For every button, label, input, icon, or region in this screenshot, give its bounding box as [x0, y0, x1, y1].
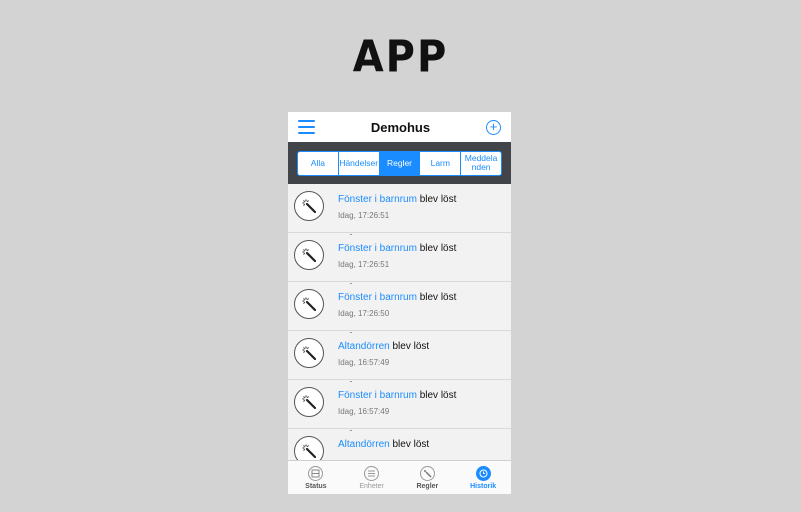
event-title: Fönster i barnrum blev löst	[338, 194, 456, 205]
magic-wand-icon	[294, 338, 324, 368]
clock-icon	[475, 465, 491, 481]
event-text: Fönster i barnrum blev löst Idag, 17:26:5…	[338, 292, 456, 318]
event-timestamp: Idag, 16:57:49	[338, 407, 390, 416]
event-row[interactable]: Altandörren blev löst Idag, 16:57:49	[288, 331, 511, 382]
tab-label: Status	[305, 482, 327, 490]
tab-status[interactable]: Status	[288, 461, 344, 494]
event-action: blev löst	[416, 390, 457, 401]
event-action: blev löst	[416, 194, 457, 205]
tab-enheter[interactable]: Enheter	[344, 461, 400, 494]
page-title: Demohus	[370, 119, 431, 135]
event-timestamp: Idag, 17:26:50	[338, 309, 390, 318]
status-icon	[308, 465, 324, 481]
event-title: Fönster i barnrum blev löst	[338, 292, 456, 303]
event-subject[interactable]: Altandörren	[338, 439, 390, 450]
magic-wand-icon	[294, 387, 324, 417]
event-subject[interactable]: Altandörren	[338, 341, 390, 352]
magic-wand-icon	[419, 465, 435, 481]
event-subject[interactable]: Fönster i barnrum	[338, 243, 417, 254]
event-title: Altandörren blev löst	[338, 341, 429, 352]
tab-label: Regler	[416, 482, 439, 490]
plus-circle-icon[interactable]: +	[485, 119, 501, 135]
list-icon	[364, 465, 380, 481]
magic-wand-icon	[294, 191, 324, 221]
event-text: Fönster i barnrum blev löst Idag, 17:26:5…	[338, 243, 456, 269]
event-text: Fönster i barnrum blev löst Idag, 17:26:5…	[338, 194, 456, 220]
segment-alla[interactable]: Alla	[298, 151, 339, 175]
hamburger-icon[interactable]	[298, 120, 315, 134]
event-list: Fönster i barnrum blev löst Idag, 17:26:5…	[288, 184, 511, 480]
event-timestamp: Idag, 16:57:49	[338, 358, 390, 367]
event-action: blev löst	[416, 292, 457, 303]
segment-meddelanden-label: Meddelanden	[464, 153, 498, 172]
tab-label: Enheter	[359, 482, 384, 490]
event-row[interactable]: Fönster i barnrum blev löst Idag, 17:26:5…	[288, 184, 511, 235]
phone-screen: Demohus + Alla Händelser Regler Larm Med…	[288, 112, 511, 494]
event-action: blev löst	[389, 439, 430, 450]
segment-larm[interactable]: Larm	[420, 151, 462, 175]
event-row[interactable]: Fönster i barnrum blev löst Idag, 17:26:5…	[288, 233, 511, 284]
event-title: Altandörren blev löst	[338, 439, 429, 450]
event-text: Fönster i barnrum blev löst Idag, 16:57:4…	[338, 390, 456, 416]
filter-segmented-control: Alla Händelser Regler Larm Meddelanden	[297, 150, 502, 176]
segment-regler[interactable]: Regler	[379, 151, 421, 175]
event-title: Fönster i barnrum blev löst	[338, 390, 456, 401]
tab-label: Historik	[470, 482, 497, 490]
event-row[interactable]: Fönster i barnrum blev löst Idag, 17:26:5…	[288, 282, 511, 333]
event-subject[interactable]: Fönster i barnrum	[338, 390, 417, 401]
event-title: Fönster i barnrum blev löst	[338, 243, 456, 254]
event-timestamp: Idag, 17:26:51	[338, 260, 390, 269]
magic-wand-icon	[294, 289, 324, 319]
app-logo-text: APP	[352, 31, 449, 83]
segment-handelser[interactable]: Händelser	[339, 151, 380, 175]
tab-regler[interactable]: Regler	[400, 461, 456, 494]
event-action: blev löst	[416, 243, 457, 254]
event-text: Altandörren blev löst	[338, 439, 429, 456]
event-subject[interactable]: Fönster i barnrum	[338, 292, 417, 303]
tab-bar: Status Enheter Regler Historik	[288, 460, 511, 494]
segment-meddelanden[interactable]: Meddelanden	[461, 152, 501, 175]
filter-bar: Alla Händelser Regler Larm Meddelanden	[288, 142, 511, 184]
event-text: Altandörren blev löst Idag, 16:57:49	[338, 341, 429, 367]
magic-wand-icon	[294, 240, 324, 270]
navigation-bar: Demohus +	[288, 112, 511, 142]
event-timestamp: Idag, 17:26:51	[338, 211, 390, 220]
event-subject[interactable]: Fönster i barnrum	[338, 194, 417, 205]
event-row[interactable]: Fönster i barnrum blev löst Idag, 16:57:4…	[288, 380, 511, 431]
tab-historik[interactable]: Historik	[455, 461, 511, 494]
event-action: blev löst	[389, 341, 430, 352]
